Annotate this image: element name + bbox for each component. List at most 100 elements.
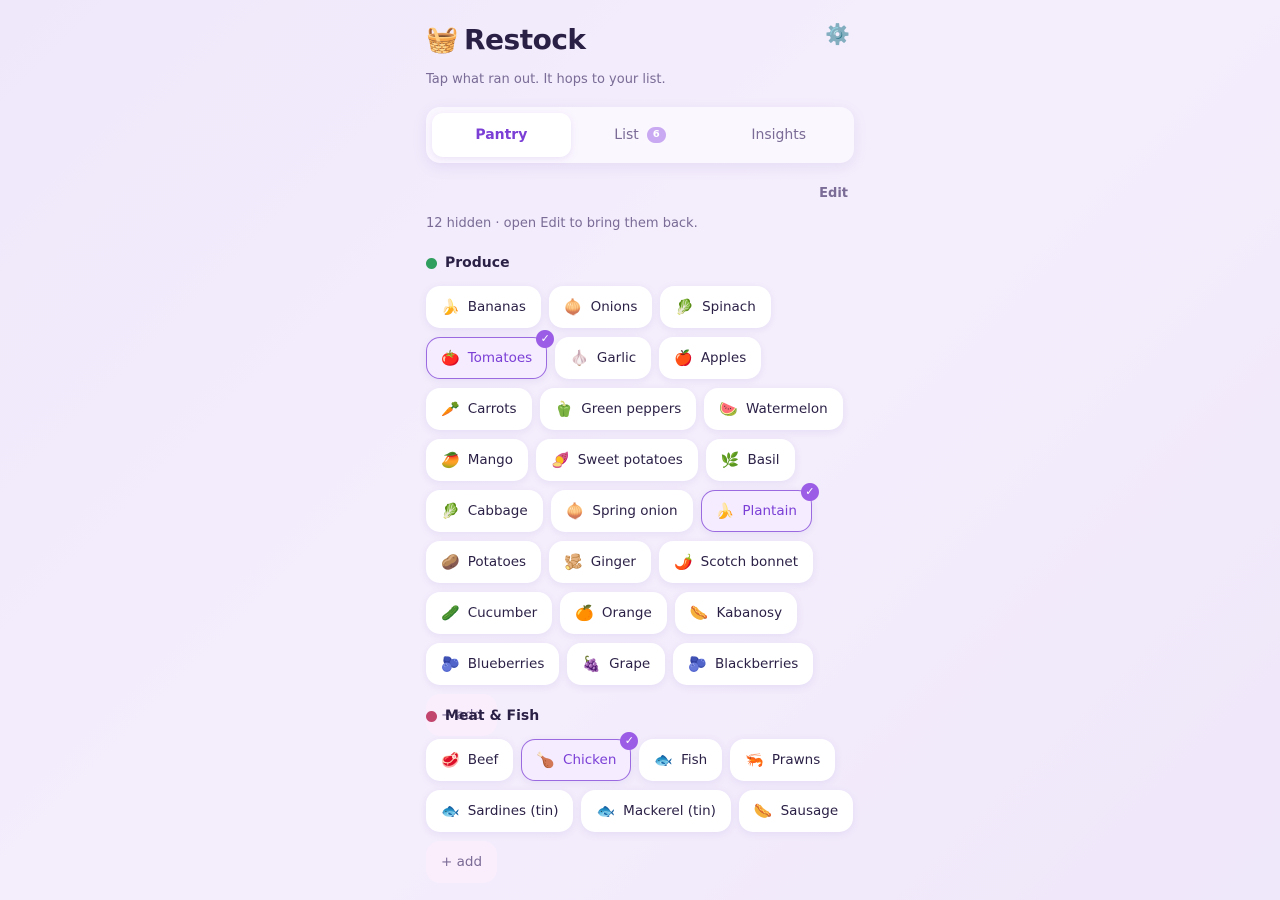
- app: 🧺 Restock ⚙️ Tap what ran out. It hops t…: [426, 0, 854, 883]
- item-emoji-icon: 🐟: [596, 802, 616, 820]
- item-emoji-icon: 🐟: [441, 802, 460, 820]
- basket-icon: 🧺: [426, 25, 459, 55]
- item-chip[interactable]: 🍌 Bananas: [426, 286, 541, 328]
- tab-insights[interactable]: Insights: [709, 113, 848, 157]
- item-emoji-icon: 🥒: [441, 604, 460, 622]
- item-chip[interactable]: 🌭 Sausage: [738, 790, 854, 832]
- item-emoji-icon: 🌿: [720, 451, 740, 469]
- section-color-dot: [426, 257, 437, 269]
- item-chip[interactable]: 🥩 Beef: [426, 739, 514, 781]
- item-chip[interactable]: 🫑 Green peppers: [539, 388, 697, 430]
- item-label: Apples: [700, 350, 747, 366]
- item-chip[interactable]: 🥭 Mango: [426, 439, 528, 481]
- item-chip[interactable]: 🫚 Ginger: [549, 541, 651, 583]
- tab-label: Pantry: [475, 127, 528, 143]
- item-chip[interactable]: 🧅 Spring onion: [550, 490, 693, 532]
- item-label: Green peppers: [581, 401, 682, 417]
- item-chip[interactable]: 🌿 Basil: [705, 439, 795, 481]
- item-emoji-icon: 🥔: [441, 553, 460, 571]
- item-emoji-icon: 🌶️: [673, 553, 693, 571]
- item-emoji-icon: 🥬: [441, 502, 460, 520]
- item-emoji-icon: 🥕: [441, 400, 460, 418]
- item-chips: 🍌 Bananas 🧅 Onions 🥬 Spinach 🍅 Tomatoes ✓ 🧄 Garlic…: [426, 286, 858, 736]
- item-label: Carrots: [467, 401, 517, 417]
- item-emoji-icon: 🍊: [575, 604, 594, 622]
- item-chip[interactable]: 🍉 Watermelon: [704, 388, 843, 430]
- item-chip[interactable]: 🍇 Grape: [567, 643, 666, 685]
- list-count-badge: 6: [646, 127, 666, 143]
- item-chip[interactable]: 🥕 Carrots: [426, 388, 532, 430]
- item-chip[interactable]: 🍎 Apples: [659, 337, 762, 379]
- item-chip[interactable]: 🥬 Spinach: [660, 286, 771, 328]
- item-label: Beef: [467, 752, 499, 768]
- item-chip[interactable]: 🧄 Garlic: [555, 337, 652, 379]
- item-chip[interactable]: 🐟 Fish: [639, 739, 723, 781]
- item-chip[interactable]: 🧅 Onions: [548, 286, 653, 328]
- item-chip[interactable]: 🌶️ Scotch bonnet: [658, 541, 814, 583]
- item-chip[interactable]: 🫐 Blackberries: [673, 643, 814, 685]
- item-label: Sweet potatoes: [577, 452, 683, 468]
- section-meat-fish: Meat & Fish 🥩 Beef 🍗 Chicken ✓ 🐟 Fish 🦐 Prawns 🐟 S…: [426, 706, 866, 883]
- item-label: Grape: [609, 656, 651, 672]
- item-emoji-icon: 🍅: [441, 349, 460, 367]
- item-label: Plantain: [742, 503, 797, 519]
- item-label: Cucumber: [467, 605, 538, 621]
- item-chip[interactable]: 🍗 Chicken ✓: [521, 732, 639, 781]
- item-chip[interactable]: 🍅 Tomatoes ✓: [426, 330, 555, 379]
- item-chip[interactable]: 🥒 Cucumber: [426, 592, 553, 634]
- item-emoji-icon: 🍠: [551, 451, 570, 469]
- item-chip[interactable]: 🐟 Sardines (tin): [426, 790, 574, 832]
- tab-bar: Pantry List 6 Insights: [426, 107, 854, 163]
- section-title: Produce: [445, 255, 510, 271]
- item-emoji-icon: 🍌: [441, 298, 460, 316]
- item-label: Tomatoes: [467, 350, 533, 366]
- item-chip[interactable]: 🫐 Blueberries: [426, 643, 560, 685]
- section-header: Produce: [426, 253, 866, 273]
- gear-icon[interactable]: ⚙️: [825, 22, 850, 46]
- item-emoji-icon: 🫐: [441, 655, 460, 673]
- item-emoji-icon: 🥭: [441, 451, 460, 469]
- header: 🧺 Restock ⚙️: [426, 0, 854, 64]
- tab-list[interactable]: List 6: [571, 113, 710, 157]
- item-label: Watermelon: [746, 401, 828, 417]
- item-emoji-icon: 🧅: [565, 502, 585, 520]
- item-emoji-icon: 🫑: [554, 400, 574, 418]
- item-label: Cabbage: [467, 503, 528, 519]
- item-label: Spring onion: [592, 503, 678, 519]
- item-emoji-icon: 🌭: [689, 604, 709, 622]
- check-icon: ✓: [800, 483, 819, 501]
- item-label: Scotch bonnet: [700, 554, 799, 570]
- item-chip[interactable]: 🍌 Plantain ✓: [700, 483, 819, 532]
- item-emoji-icon: 🧄: [570, 349, 589, 367]
- item-emoji-icon: 🦐: [745, 751, 764, 769]
- item-emoji-icon: 🥬: [675, 298, 695, 316]
- item-label: Blueberries: [467, 656, 545, 672]
- section-header: Meat & Fish: [426, 706, 866, 726]
- item-chip[interactable]: 🥔 Potatoes: [426, 541, 542, 583]
- item-label: Sardines (tin): [467, 803, 559, 819]
- tab-label: Insights: [751, 127, 807, 143]
- tab-pantry[interactable]: Pantry: [432, 113, 571, 157]
- item-label: Chicken: [563, 752, 617, 768]
- item-chips: 🥩 Beef 🍗 Chicken ✓ 🐟 Fish 🦐 Prawns 🐟 Sardines (tin…: [426, 732, 858, 883]
- item-chip[interactable]: 🌭 Kabanosy: [674, 592, 798, 634]
- item-chip[interactable]: 🍠 Sweet potatoes: [536, 439, 698, 481]
- item-label: Sausage: [780, 803, 839, 819]
- item-emoji-icon: 🍎: [674, 349, 693, 367]
- section-color-dot: [426, 710, 437, 722]
- item-label: Prawns: [771, 752, 821, 768]
- item-chip[interactable]: 🍊 Orange: [560, 592, 667, 634]
- add-item-button[interactable]: + add: [426, 841, 498, 883]
- item-chip[interactable]: 🥬 Cabbage: [426, 490, 543, 532]
- item-emoji-icon: 🍇: [582, 655, 602, 673]
- item-emoji-icon: 🥩: [441, 751, 460, 769]
- item-emoji-icon: 🐟: [654, 751, 674, 769]
- item-label: Potatoes: [467, 554, 527, 570]
- item-chip[interactable]: 🐟 Mackerel (tin): [581, 790, 731, 832]
- item-chip[interactable]: 🦐 Prawns: [730, 739, 836, 781]
- edit-button[interactable]: Edit: [819, 186, 848, 201]
- item-label: Orange: [601, 605, 652, 621]
- item-emoji-icon: 🍌: [715, 502, 735, 520]
- item-label: Mackerel (tin): [623, 803, 716, 819]
- item-label: Bananas: [467, 299, 526, 315]
